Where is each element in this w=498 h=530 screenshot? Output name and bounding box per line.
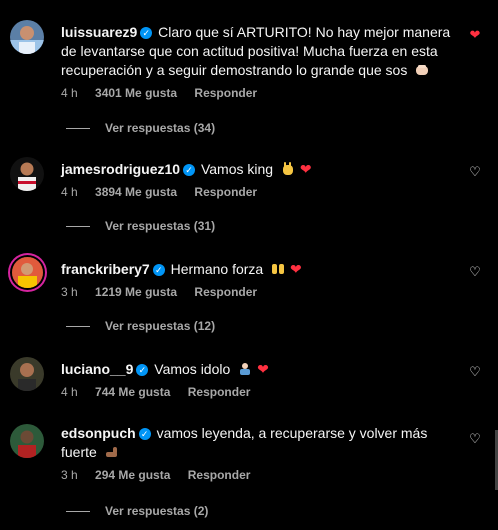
replies-divider [66,226,90,228]
view-replies-label: Ver respuestas (12) [105,319,216,333]
comment-text-block: edsonpuch ✓ vamos leyenda, a recuperarse … [61,424,462,462]
view-replies-button[interactable]: Ver respuestas (12) [66,319,215,333]
flexed-biceps-emoji [105,447,117,457]
comment-text-block: franckribery7 ✓ Hermano forza ❤ [61,260,462,279]
view-replies-label: Ver respuestas (2) [105,504,209,518]
comment-likes[interactable]: 3894 Me gusta [95,185,177,199]
reply-button[interactable]: Responder [194,185,257,199]
verified-badge-icon: ✓ [138,428,151,440]
comment-likes[interactable]: 3401 Me gusta [95,86,177,100]
replies-divider [66,511,90,513]
comment-meta: 4 h 3894 Me gusta Responder [61,185,462,201]
comment-body: jamesrodriguez10 ✓ Vamos king ❤ 4 h 3894 … [61,160,462,201]
comment-username[interactable]: jamesrodriguez10 [61,161,180,177]
heart-icon[interactable]: ❤ [468,28,482,42]
heart-icon[interactable]: ♡ [468,165,482,179]
raised-hands-emoji [272,264,285,274]
comment-body: franckribery7 ✓ Hermano forza ❤ 3 h 1219 … [61,260,462,301]
comment-time: 4 h [61,385,78,399]
replies-divider [66,326,90,328]
verified-badge-icon: ✓ [152,264,165,276]
red-heart-emoji: ❤ [299,161,312,177]
comment-text: Hermano forza [170,261,264,277]
view-replies-label: Ver respuestas (34) [105,121,216,135]
comment-username[interactable]: luciano__9 [61,361,133,377]
comment-text: Vamos idolo [154,361,231,377]
comment-meta: 3 h 294 Me gusta Responder [61,468,462,484]
reply-button[interactable]: Responder [194,285,257,299]
view-replies-button[interactable]: Ver respuestas (34) [66,121,215,135]
verified-badge-icon: ✓ [140,27,153,39]
comment-likes[interactable]: 744 Me gusta [95,385,170,399]
comment-meta: 4 h 3401 Me gusta Responder [61,86,462,102]
replies-divider [66,128,90,130]
red-heart-emoji: ❤ [257,361,269,377]
comment-time: 3 h [61,468,78,482]
verified-badge-icon: ✓ [136,364,149,376]
comment-username[interactable]: edsonpuch [61,425,136,441]
comment-meta: 3 h 1219 Me gusta Responder [61,285,462,301]
comment-meta: 4 h 744 Me gusta Responder [61,385,462,401]
heart-icon[interactable]: ♡ [468,432,482,446]
avatar[interactable] [10,357,44,391]
reply-button[interactable]: Responder [188,385,251,399]
comment-text-block: luissuarez9 ✓ Claro que sí ARTURITO! No h… [61,23,462,80]
avatar[interactable] [12,257,43,288]
red-heart-emoji: ❤ [289,261,302,277]
view-replies-label: Ver respuestas (31) [105,219,216,233]
view-replies-button[interactable]: Ver respuestas (2) [66,504,208,518]
comment-likes[interactable]: 1219 Me gusta [95,285,177,299]
avatar[interactable] [10,424,44,458]
comment-text: Vamos king [200,161,274,177]
fist-bump-emoji [416,65,429,75]
waving-hands-emoji [282,162,293,175]
comment-username[interactable]: luissuarez9 [61,24,137,40]
avatar[interactable] [10,157,44,191]
heart-icon[interactable]: ♡ [468,265,482,279]
comment-body: luissuarez9 ✓ Claro que sí ARTURITO! No h… [61,23,462,102]
comment-time: 3 h [61,285,78,299]
heart-icon[interactable]: ♡ [468,365,482,379]
comment-body: edsonpuch ✓ vamos leyenda, a recuperarse … [61,424,462,484]
verified-badge-icon: ✓ [183,164,196,176]
comment-text-block: jamesrodriguez10 ✓ Vamos king ❤ [61,160,462,179]
reply-button[interactable]: Responder [188,468,251,482]
avatar[interactable] [10,20,44,54]
comment-likes[interactable]: 294 Me gusta [95,468,170,482]
person-bowing-emoji [240,363,251,375]
comment-text-block: luciano__9 ✓ Vamos idolo ❤ [61,360,462,379]
reply-button[interactable]: Responder [194,86,257,100]
comment-time: 4 h [61,86,78,100]
view-replies-button[interactable]: Ver respuestas (31) [66,219,215,233]
comment-username[interactable]: franckribery7 [61,261,150,277]
comment-time: 4 h [61,185,78,199]
comment-body: luciano__9 ✓ Vamos idolo ❤ 4 h 744 Me gus… [61,360,462,401]
